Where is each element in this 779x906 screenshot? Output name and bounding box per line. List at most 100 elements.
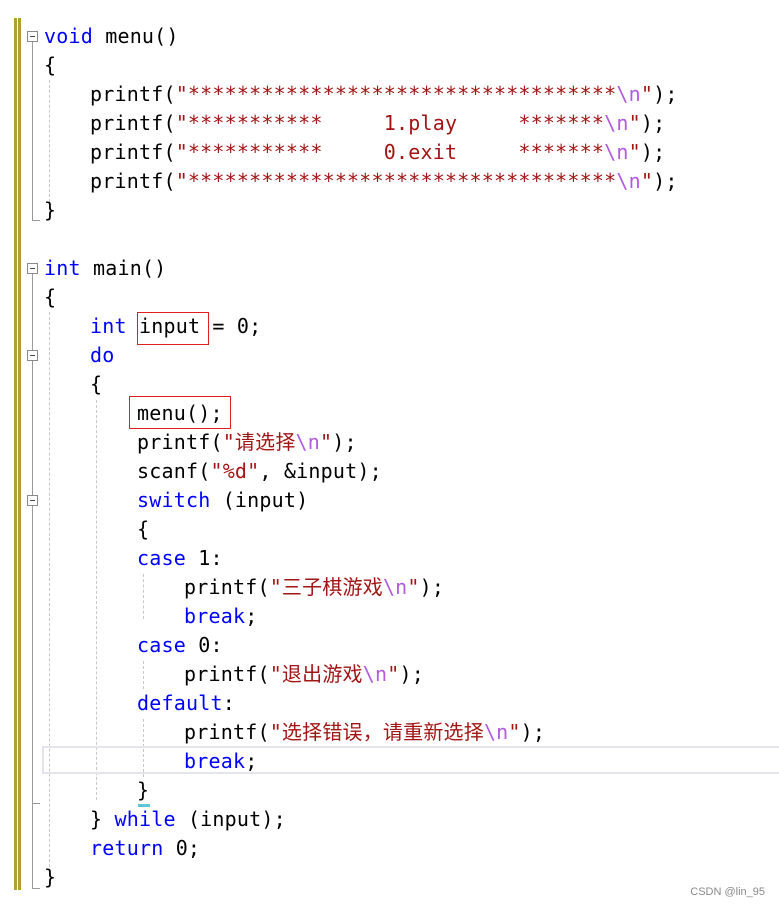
code-line[interactable]: printf("请选择\n"); bbox=[137, 428, 357, 457]
code-token: 1: bbox=[185, 546, 223, 570]
code-token: "*********** 1.play ******* bbox=[175, 111, 605, 135]
fold-region-end bbox=[32, 803, 40, 804]
code-token: break bbox=[184, 604, 246, 628]
code-line[interactable]: printf("选择错误，请重新选择\n"); bbox=[184, 718, 545, 747]
code-line[interactable]: int main() bbox=[44, 254, 166, 283]
collapse-icon[interactable] bbox=[27, 495, 38, 506]
code-token: " bbox=[387, 662, 400, 686]
code-token: \n bbox=[616, 169, 641, 193]
watermark: CSDN @lin_95 bbox=[690, 886, 765, 898]
indent-guide bbox=[143, 574, 144, 619]
code-token: " bbox=[407, 575, 420, 599]
code-line[interactable]: break; bbox=[184, 602, 257, 631]
code-line[interactable]: printf("*********** 1.play *******\n"); bbox=[90, 109, 665, 138]
code-line[interactable]: { bbox=[137, 515, 149, 544]
code-token: \n bbox=[362, 662, 388, 686]
code-token: ); bbox=[653, 82, 678, 106]
fold-region-line bbox=[32, 506, 33, 803]
indent-guide bbox=[96, 400, 97, 800]
code-token: \n bbox=[604, 111, 629, 135]
code-token: do bbox=[90, 343, 115, 367]
code-token: \n bbox=[382, 575, 408, 599]
code-line[interactable]: printf("*********** 0.exit *******\n"); bbox=[90, 138, 665, 167]
code-token: { bbox=[90, 372, 103, 396]
code-line[interactable]: case 1: bbox=[137, 544, 223, 573]
code-line[interactable]: do bbox=[90, 341, 114, 370]
code-editor[interactable]: void menu(){printf("********************… bbox=[0, 0, 779, 906]
code-token: \n bbox=[616, 82, 641, 106]
code-token: { bbox=[44, 53, 57, 77]
current-line-highlight bbox=[42, 746, 779, 774]
code-token: printf( bbox=[137, 430, 223, 454]
indent-guide bbox=[49, 80, 50, 202]
code-token: switch bbox=[137, 488, 211, 512]
code-line[interactable]: switch (input) bbox=[137, 486, 308, 515]
code-token: ); bbox=[640, 140, 666, 164]
code-token: case bbox=[137, 633, 186, 657]
code-token: printf( bbox=[184, 720, 270, 744]
collapse-icon[interactable] bbox=[27, 350, 38, 361]
code-line[interactable]: } bbox=[44, 863, 56, 892]
code-token: return bbox=[90, 836, 164, 860]
code-token: int bbox=[44, 256, 81, 280]
collapse-icon[interactable] bbox=[27, 31, 38, 42]
code-line[interactable]: default: bbox=[137, 689, 235, 718]
fold-region-line bbox=[32, 803, 33, 888]
code-token: \n bbox=[483, 720, 509, 744]
code-line[interactable]: break; bbox=[184, 747, 257, 776]
code-token: printf( bbox=[90, 82, 176, 106]
code-token: ); bbox=[640, 111, 666, 135]
code-line[interactable]: void menu() bbox=[44, 22, 179, 51]
indent-guide bbox=[49, 312, 50, 867]
code-line[interactable]: } bbox=[44, 196, 56, 225]
code-token: "退出游戏 bbox=[269, 662, 363, 686]
fold-region-end bbox=[32, 888, 40, 889]
code-token: case bbox=[137, 546, 186, 570]
code-token: { bbox=[44, 285, 57, 309]
code-token: "%d" bbox=[210, 459, 260, 483]
code-line[interactable]: printf("********************************… bbox=[90, 167, 678, 196]
code-line[interactable]: printf("********************************… bbox=[90, 80, 678, 109]
code-token: (input) bbox=[210, 488, 309, 512]
fold-region-line bbox=[32, 274, 33, 350]
code-token: "三子棋游戏 bbox=[269, 575, 383, 599]
code-token: \n bbox=[295, 430, 321, 454]
code-token: " bbox=[320, 430, 333, 454]
code-token: ); bbox=[332, 430, 357, 454]
code-token: } bbox=[44, 865, 57, 889]
change-margin-bar-2 bbox=[18, 18, 21, 890]
code-line[interactable]: case 0: bbox=[137, 631, 223, 660]
annotation-box-menu-call bbox=[129, 396, 231, 429]
code-token: int bbox=[90, 314, 127, 338]
code-token: printf( bbox=[90, 169, 176, 193]
code-token: default bbox=[137, 691, 223, 715]
code-line[interactable]: return 0; bbox=[90, 834, 200, 863]
code-token: printf( bbox=[184, 575, 270, 599]
fold-region-end bbox=[32, 220, 40, 221]
code-token: "*********************************** bbox=[175, 82, 617, 106]
code-line[interactable]: scanf("%d", &input); bbox=[137, 457, 382, 486]
code-line[interactable]: { bbox=[44, 51, 56, 80]
code-line[interactable]: } bbox=[137, 776, 149, 805]
code-token: menu() bbox=[92, 24, 179, 48]
code-token: printf( bbox=[90, 111, 176, 135]
collapse-icon[interactable] bbox=[27, 263, 38, 274]
code-token: } bbox=[44, 198, 57, 222]
fold-region-line bbox=[32, 361, 33, 495]
change-margin-bar bbox=[14, 18, 17, 890]
code-token: \n bbox=[604, 140, 629, 164]
code-token: } bbox=[137, 778, 150, 802]
code-line[interactable]: { bbox=[90, 370, 102, 399]
code-token: } bbox=[90, 807, 115, 831]
code-token: scanf( bbox=[137, 459, 211, 483]
code-line[interactable]: } while (input); bbox=[90, 805, 286, 834]
code-token: 0; bbox=[163, 836, 201, 860]
code-token: break bbox=[184, 749, 246, 773]
code-token: printf( bbox=[184, 662, 270, 686]
code-token: "选择错误，请重新选择 bbox=[269, 720, 484, 744]
code-line[interactable]: printf("退出游戏\n"); bbox=[184, 660, 424, 689]
code-token: " bbox=[640, 82, 654, 106]
code-line[interactable]: { bbox=[44, 283, 56, 312]
code-line[interactable]: printf("三子棋游戏\n"); bbox=[184, 573, 444, 602]
code-token: "*********************************** bbox=[175, 169, 617, 193]
